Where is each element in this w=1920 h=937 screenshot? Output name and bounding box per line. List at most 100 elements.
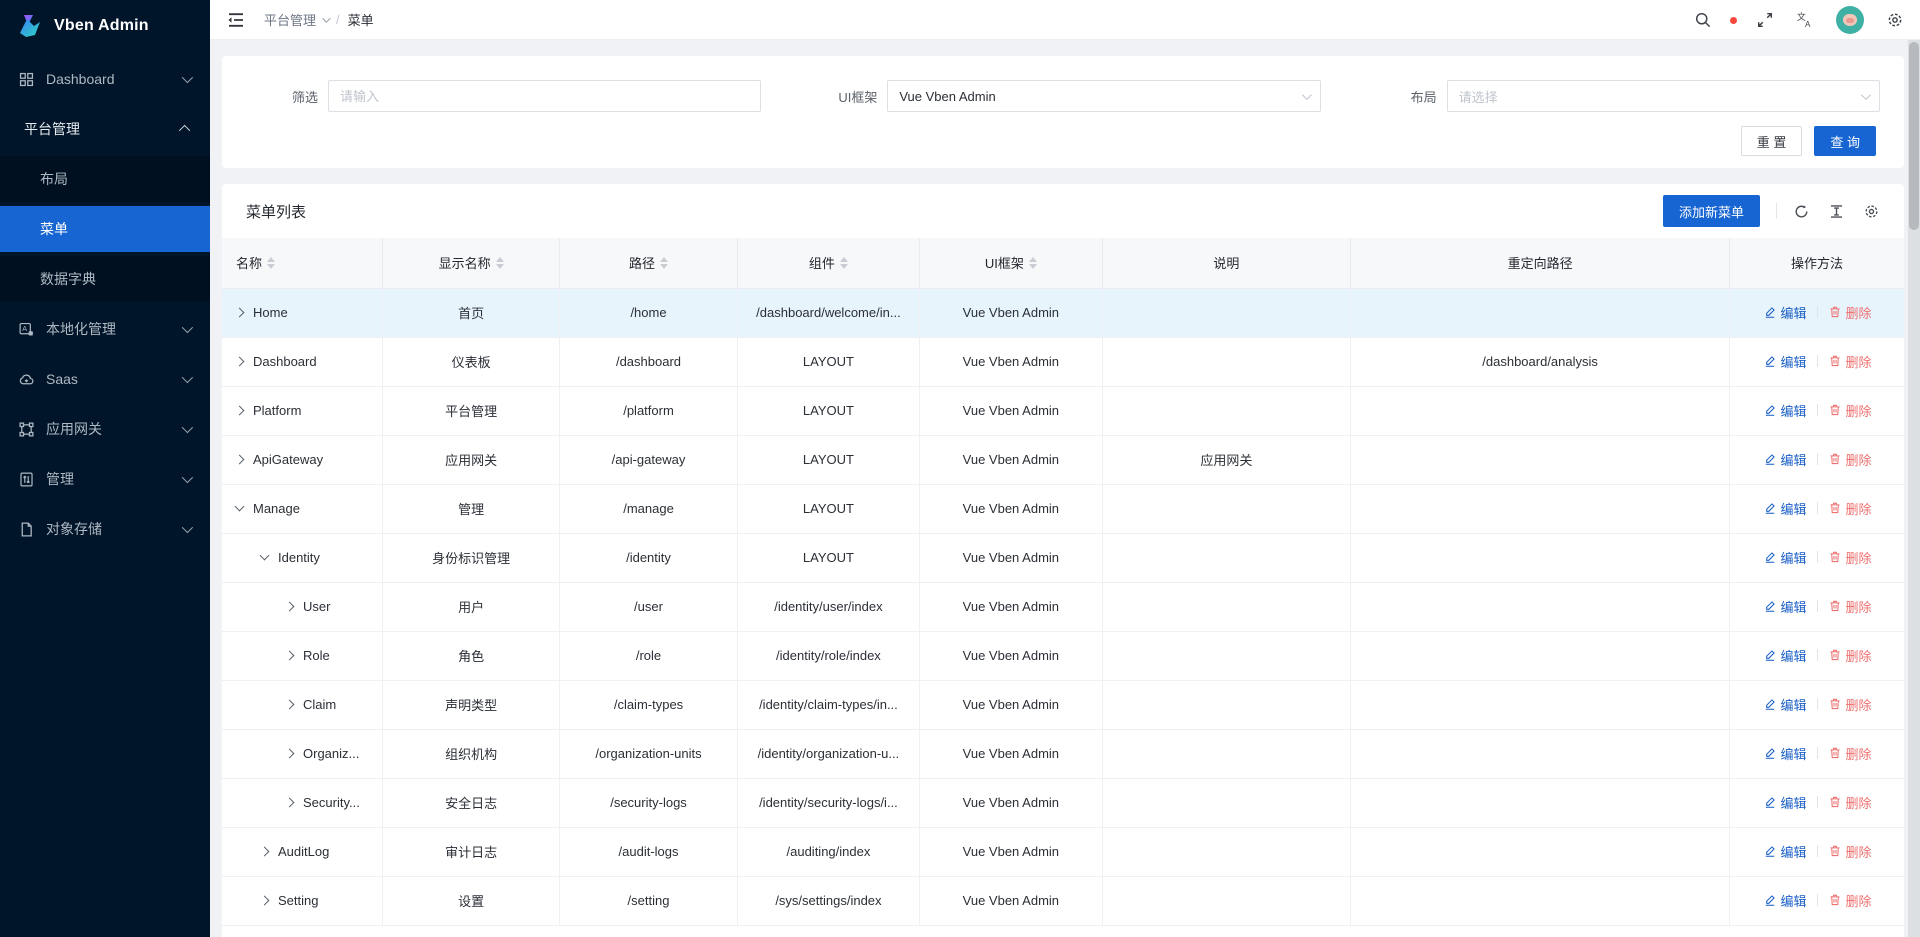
delete-button[interactable]: 删除 [1828, 352, 1872, 371]
column-header-2[interactable]: 路径 [560, 238, 737, 288]
sidebar-item-3[interactable]: 菜单 [0, 206, 210, 252]
cell-name: ApiGateway [222, 435, 382, 484]
add-menu-button[interactable]: 添加新菜单 [1663, 195, 1760, 227]
translate-doc-icon: A [18, 321, 35, 338]
keyword-input[interactable] [340, 89, 749, 104]
edit-button[interactable]: 编辑 [1763, 646, 1807, 665]
cloud-icon [18, 371, 35, 388]
refresh-icon[interactable] [1793, 203, 1810, 220]
sidebar-item-4[interactable]: 数据字典 [0, 256, 210, 302]
expand-icon[interactable] [235, 455, 245, 465]
app-logo[interactable]: Vben Admin [0, 0, 210, 52]
column-header-5: 说明 [1102, 238, 1351, 288]
expand-icon[interactable] [235, 502, 245, 512]
cell-redirect [1351, 778, 1730, 827]
page-scrollbar-thumb[interactable] [1909, 42, 1919, 230]
edit-button[interactable]: 编辑 [1763, 842, 1807, 861]
edit-button[interactable]: 编辑 [1763, 891, 1807, 910]
cell-actions: 编辑 删除 [1730, 435, 1904, 484]
filter-field-ui-framework: UI框架 Vue Vben Admin [805, 80, 1320, 112]
table-row: Dashboard 仪表板 /dashboard LAYOUT Vue Vben… [222, 337, 1904, 386]
cell-name: AuditLog [222, 827, 382, 876]
cell-ui-framework: Vue Vben Admin [920, 680, 1102, 729]
search-icon[interactable] [1694, 11, 1712, 29]
delete-button[interactable]: 删除 [1828, 450, 1872, 469]
expand-icon[interactable] [285, 700, 295, 710]
layout-select[interactable]: 请选择 [1447, 80, 1880, 112]
sort-icon[interactable] [496, 257, 504, 269]
cell-name: Platform [222, 386, 382, 435]
delete-button[interactable]: 删除 [1828, 744, 1872, 763]
column-settings-icon[interactable] [1863, 203, 1880, 220]
table-title: 菜单列表 [246, 201, 306, 222]
column-header-0[interactable]: 名称 [222, 238, 382, 288]
settings-gear-icon[interactable] [1886, 11, 1904, 29]
translate-icon[interactable]: 文 A [1796, 11, 1814, 29]
expand-icon[interactable] [285, 651, 295, 661]
delete-button[interactable]: 删除 [1828, 842, 1872, 861]
sidebar-item-9[interactable]: 对象存储 [0, 506, 210, 552]
chevron-down-icon [322, 14, 330, 22]
cell-actions: 编辑 删除 [1730, 827, 1904, 876]
sidebar-item-7[interactable]: 应用网关 [0, 406, 210, 452]
sidebar-item-5[interactable]: A 本地化管理 [0, 306, 210, 352]
expand-icon[interactable] [260, 847, 270, 857]
delete-button[interactable]: 删除 [1828, 646, 1872, 665]
cell-ui-framework: Vue Vben Admin [920, 337, 1102, 386]
avatar[interactable] [1836, 6, 1864, 34]
sidebar-item-1[interactable]: 平台管理 [0, 106, 210, 152]
reset-button[interactable]: 重 置 [1741, 126, 1803, 156]
cell-component: /identity/claim-types/in... [737, 680, 919, 729]
edit-button[interactable]: 编辑 [1763, 744, 1807, 763]
edit-button[interactable]: 编辑 [1763, 303, 1807, 322]
edit-button[interactable]: 编辑 [1763, 793, 1807, 812]
sort-icon[interactable] [660, 257, 668, 269]
sidebar-item-6[interactable]: Saas [0, 356, 210, 402]
delete-button[interactable]: 删除 [1828, 695, 1872, 714]
edit-button[interactable]: 编辑 [1763, 450, 1807, 469]
delete-button[interactable]: 删除 [1828, 401, 1872, 420]
edit-button[interactable]: 编辑 [1763, 695, 1807, 714]
edit-button[interactable]: 编辑 [1763, 548, 1807, 567]
column-header-3[interactable]: 组件 [737, 238, 919, 288]
search-button[interactable]: 查 询 [1814, 126, 1876, 156]
sort-icon[interactable] [267, 257, 275, 269]
expand-icon[interactable] [235, 308, 245, 318]
sidebar-item-0[interactable]: Dashboard [0, 56, 210, 102]
expand-icon[interactable] [260, 551, 270, 561]
sort-icon[interactable] [1029, 257, 1037, 269]
delete-button[interactable]: 删除 [1828, 548, 1872, 567]
column-header-1[interactable]: 显示名称 [382, 238, 559, 288]
ui-framework-select[interactable]: Vue Vben Admin [887, 80, 1320, 112]
edit-button[interactable]: 编辑 [1763, 352, 1807, 371]
app-title: Vben Admin [54, 17, 149, 35]
table-row: Organiz... 组织机构 /organization-units /ide… [222, 729, 1904, 778]
edit-button[interactable]: 编辑 [1763, 499, 1807, 518]
cell-component: /dashboard/welcome/in... [737, 288, 919, 337]
edit-button[interactable]: 编辑 [1763, 597, 1807, 616]
expand-icon[interactable] [285, 602, 295, 612]
fullscreen-icon[interactable] [1756, 11, 1774, 29]
delete-button[interactable]: 删除 [1828, 597, 1872, 616]
column-header-4[interactable]: UI框架 [920, 238, 1102, 288]
sidebar-item-label: 菜单 [40, 219, 190, 239]
sort-icon[interactable] [840, 257, 848, 269]
sidebar-item-8[interactable]: 管理 [0, 456, 210, 502]
delete-button[interactable]: 删除 [1828, 499, 1872, 518]
expand-icon[interactable] [260, 896, 270, 906]
delete-button[interactable]: 删除 [1828, 793, 1872, 812]
expand-icon[interactable] [235, 357, 245, 367]
delete-button[interactable]: 删除 [1828, 303, 1872, 322]
row-height-icon[interactable] [1828, 203, 1845, 220]
sidebar-fold-icon[interactable] [226, 10, 246, 30]
expand-icon[interactable] [285, 798, 295, 808]
expand-icon[interactable] [285, 749, 295, 759]
sidebar-item-2[interactable]: 布局 [0, 156, 210, 202]
cell-component: LAYOUT [737, 484, 919, 533]
topbar: 平台管理 / 菜单 文 [210, 0, 1920, 40]
action-divider [1817, 747, 1818, 759]
delete-button[interactable]: 删除 [1828, 891, 1872, 910]
edit-button[interactable]: 编辑 [1763, 401, 1807, 420]
expand-icon[interactable] [235, 406, 245, 416]
breadcrumb-parent[interactable]: 平台管理 [264, 10, 328, 29]
